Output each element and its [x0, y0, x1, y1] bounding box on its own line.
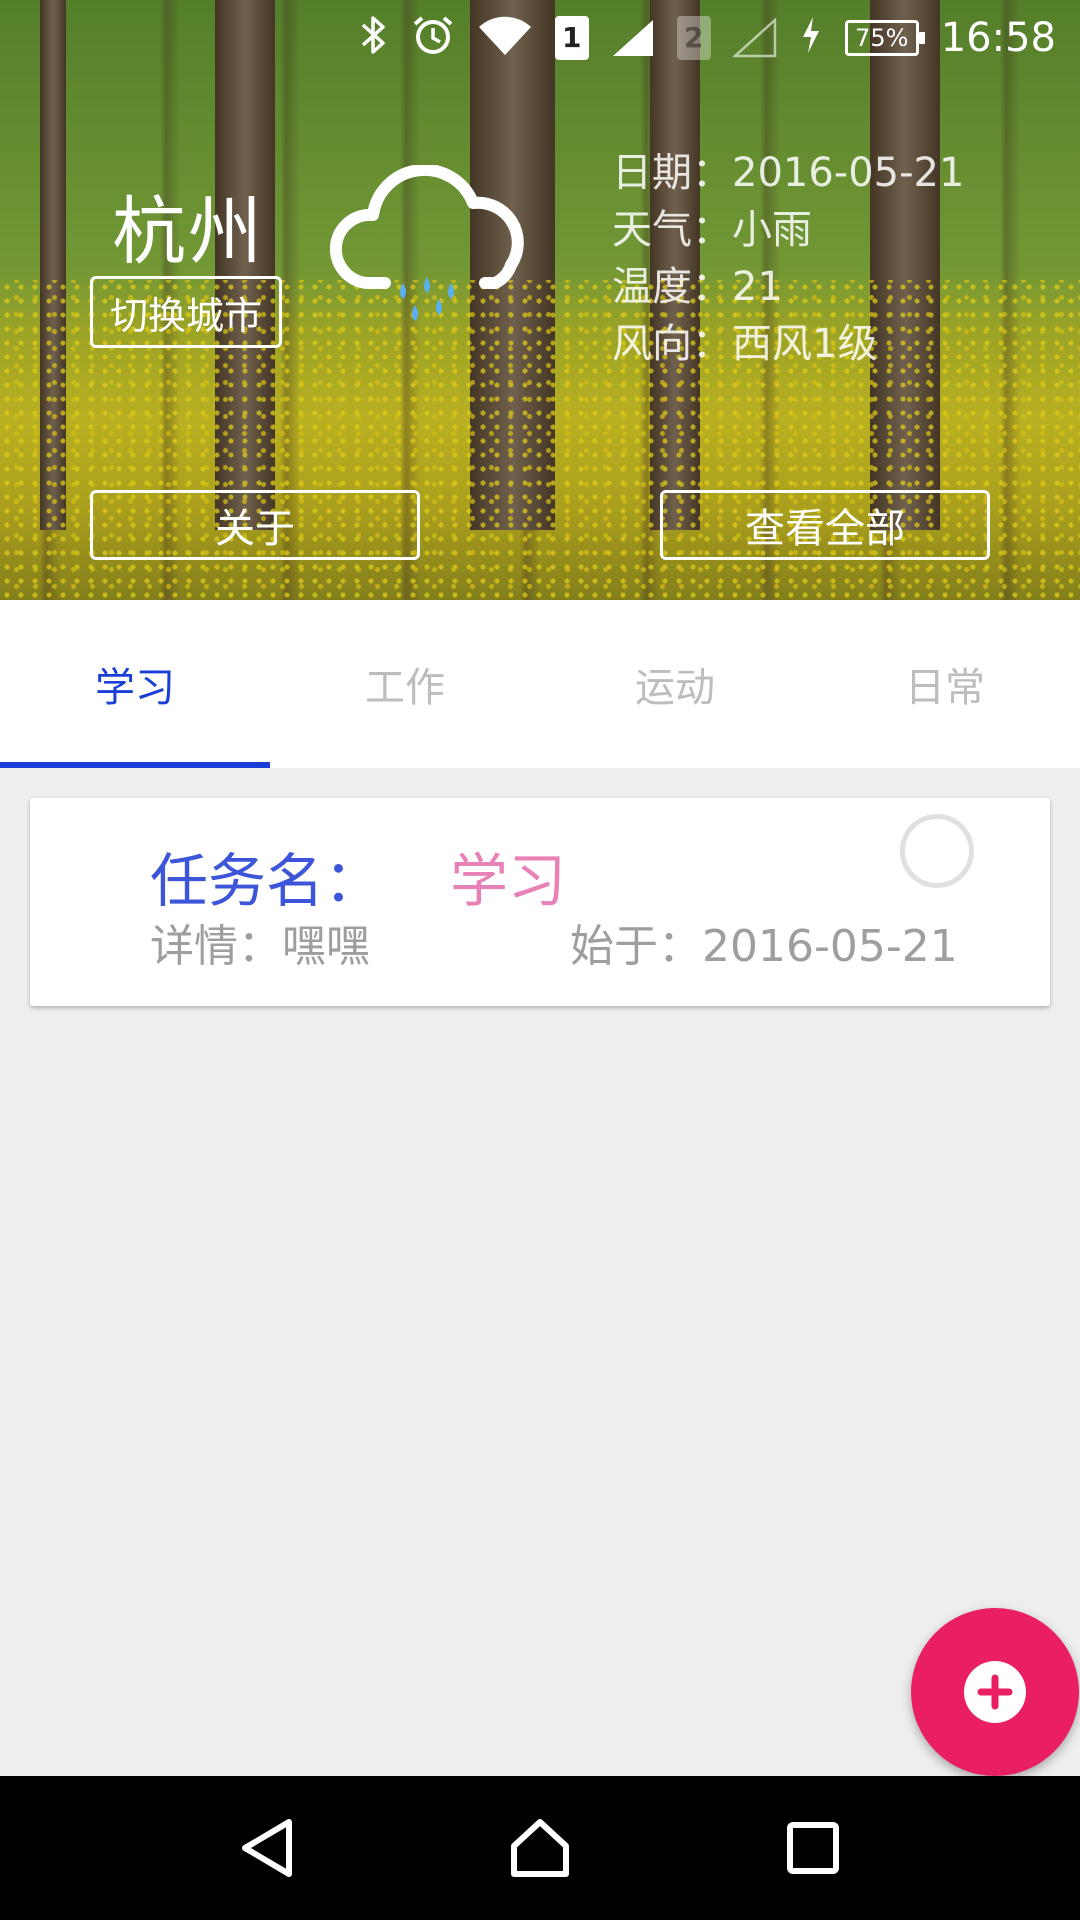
home-icon[interactable] — [500, 1808, 580, 1888]
status-bar: 1 2 75% 16:58 — [0, 0, 1080, 75]
battery-indicator: 75% — [844, 19, 925, 56]
signal-empty-icon — [731, 16, 777, 58]
weather-info: 日期：2016-05-21 天气：小雨 温度：21 风向：西风1级 — [612, 145, 964, 373]
task-card[interactable]: 任务名： 学习 详情：嘿嘿 始于：2016-05-21 — [30, 798, 1050, 1006]
city-name: 杭州 — [112, 189, 264, 275]
recents-icon[interactable] — [773, 1808, 853, 1888]
plus-icon — [964, 1661, 1026, 1723]
clock: 16:58 — [940, 14, 1056, 61]
task-name-label: 任务名： — [150, 847, 383, 915]
tab-study[interactable]: 学习 — [0, 600, 270, 768]
add-task-button[interactable] — [911, 1608, 1079, 1776]
wifi-icon — [477, 13, 533, 63]
system-nav-bar — [0, 1776, 1080, 1920]
task-name: 学习 — [450, 847, 567, 915]
switch-city-button[interactable]: 切换城市 — [90, 276, 282, 348]
task-detail: 详情：嘿嘿 — [150, 921, 370, 972]
signal-strength-icon — [611, 18, 655, 58]
tab-sport[interactable]: 运动 — [540, 600, 810, 768]
sim2-icon: 2 — [676, 15, 711, 60]
view-all-button[interactable]: 查看全部 — [660, 490, 990, 560]
tab-work[interactable]: 工作 — [270, 600, 540, 768]
sim1-icon: 1 — [554, 15, 589, 60]
about-button[interactable]: 关于 — [90, 490, 420, 560]
info-weather: 天气：小雨 — [612, 207, 812, 253]
cloud-rain-icon — [325, 163, 545, 335]
bluetooth-icon — [359, 14, 389, 62]
weather-header: 1 2 75% 16:58 杭州 切换城市 日期：2016-05-21 天气：小… — [0, 0, 1080, 600]
info-wind: 风向：西风1级 — [612, 321, 878, 367]
info-temperature: 温度：21 — [612, 264, 783, 310]
info-date: 日期：2016-05-21 — [612, 150, 965, 196]
alarm-icon — [411, 13, 455, 63]
back-icon[interactable] — [227, 1808, 307, 1888]
task-complete-checkbox[interactable] — [900, 814, 974, 888]
task-start-date: 始于：2016-05-21 — [570, 921, 958, 972]
charging-icon — [799, 15, 823, 61]
tab-daily[interactable]: 日常 — [810, 600, 1080, 768]
category-tabs: 学习 工作 运动 日常 — [0, 600, 1080, 768]
